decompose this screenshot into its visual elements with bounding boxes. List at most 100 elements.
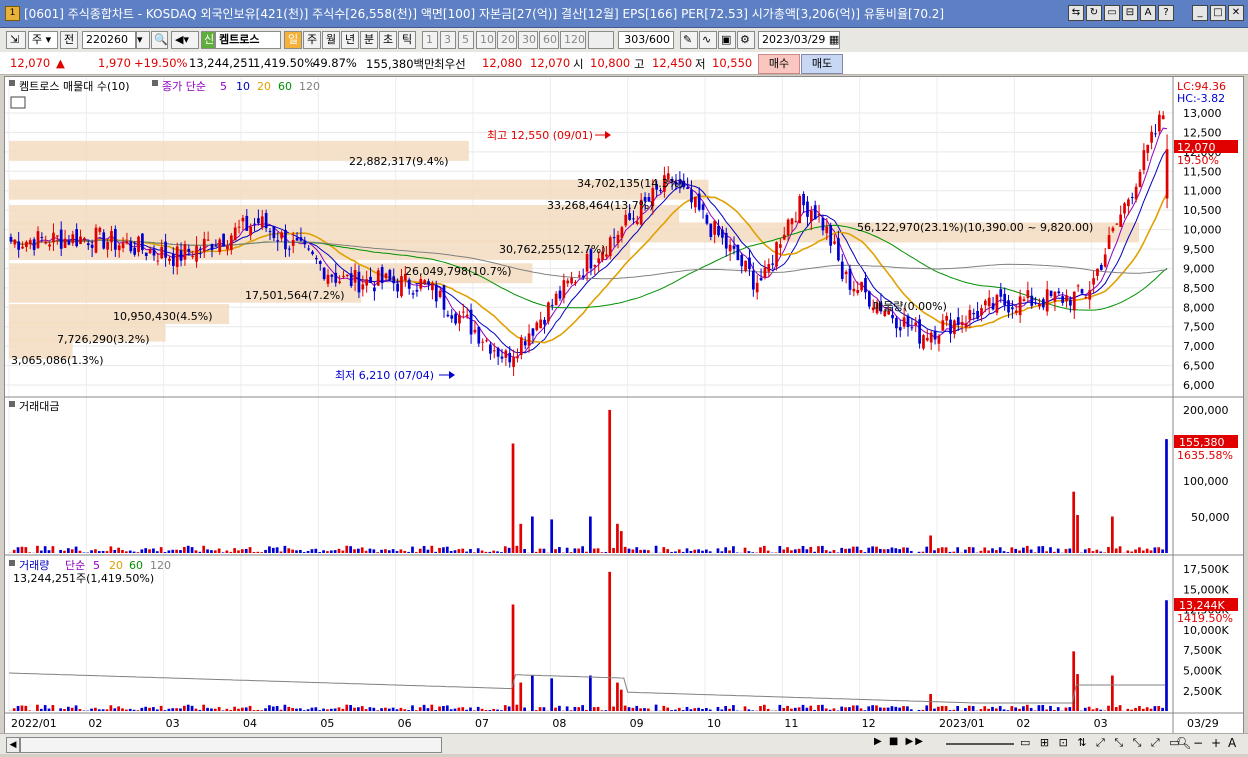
table-icon[interactable] <box>10 96 26 109</box>
interval-custom[interactable] <box>588 31 614 49</box>
ma-legend-60[interactable]: 60 <box>278 80 292 93</box>
help-icon[interactable]: ? <box>1158 5 1174 21</box>
stock-code-input[interactable]: 220260 <box>82 31 136 49</box>
font-icon[interactable]: A <box>1140 5 1156 21</box>
interval-3[interactable]: 3 <box>440 31 456 49</box>
volume-bar <box>94 707 97 711</box>
amount-panel-title[interactable]: 거래대금 <box>19 400 59 413</box>
x-axis-label: 05 <box>320 717 334 730</box>
candle-body <box>28 240 32 245</box>
amount-bar <box>159 547 163 553</box>
buy-button[interactable]: 매수 <box>758 54 800 74</box>
fast-forward-icon[interactable]: ▶▶ <box>906 736 925 747</box>
candle-body <box>693 196 697 208</box>
volume-bar <box>612 706 615 711</box>
chart-area[interactable]: 켐트로스 매물대 수(10) 종가 단순 5 10 20 60 120 LC:9… <box>4 76 1244 738</box>
vol-ma-120[interactable]: 120 <box>150 559 171 572</box>
volume-bar <box>677 707 681 711</box>
interval-5[interactable]: 5 <box>458 31 474 49</box>
zoom-in-button[interactable]: + <box>1211 736 1221 750</box>
period-week[interactable]: 주 <box>303 31 321 49</box>
play-icon[interactable]: ▶ <box>874 736 884 747</box>
code-dropdown-icon[interactable]: ▾ <box>136 31 150 49</box>
speed-slider[interactable] <box>946 743 1014 745</box>
search-icon[interactable]: 🔍 <box>151 31 168 49</box>
candle-body <box>83 238 86 240</box>
volume-bar <box>248 705 252 711</box>
interval-20[interactable]: 20 <box>497 31 517 49</box>
candle-body <box>1096 268 1099 276</box>
minimize-button[interactable]: _ <box>1192 5 1208 21</box>
interval-60[interactable]: 60 <box>539 31 559 49</box>
stop-icon[interactable]: ■ <box>889 736 900 747</box>
maximize-button[interactable]: □ <box>1210 5 1226 21</box>
period-year[interactable]: 년 <box>341 31 359 49</box>
prev-button[interactable]: 전 <box>60 31 78 49</box>
volume-bar <box>457 707 461 711</box>
ma-legend-10[interactable]: 10 <box>236 80 250 93</box>
type-select[interactable]: 주 ▾ <box>28 31 58 49</box>
volume-bar <box>1049 705 1052 711</box>
volume-panel-title[interactable]: 거래량 <box>19 559 49 572</box>
amount-bar <box>515 545 519 553</box>
amount-bar <box>206 549 209 553</box>
close-button[interactable]: ✕ <box>1228 5 1244 21</box>
ma-legend-20[interactable]: 20 <box>257 80 271 93</box>
candle-body <box>918 319 921 344</box>
period-tick[interactable]: 틱 <box>398 31 416 49</box>
indicator-icon[interactable]: ∿ <box>699 31 717 49</box>
period-month[interactable]: 월 <box>322 31 340 49</box>
candle-body <box>550 304 554 306</box>
candle-body <box>852 288 856 292</box>
period-minute[interactable]: 분 <box>360 31 378 49</box>
chart-tool-icon[interactable]: ✎ <box>680 31 698 49</box>
period-second[interactable]: 초 <box>379 31 397 49</box>
sell-button[interactable]: 매도 <box>801 54 843 74</box>
volume-profile-legend[interactable]: 켐트로스 매물대 수(10) <box>19 80 130 93</box>
price-tick-label: 11,500 <box>1183 165 1222 178</box>
app-icon[interactable]: 1 <box>5 6 20 21</box>
view-tools[interactable]: ▭ ⊞ ⊡ ⇅ ⤢ ⤡ ⤡ ⤢ ▭ <box>1020 736 1183 750</box>
zoom-icon[interactable]: 🔍︎ <box>1176 736 1191 750</box>
candle-body <box>237 226 241 228</box>
vol-ma-label[interactable]: 단순 <box>65 559 85 572</box>
ma-legend-120[interactable]: 120 <box>299 80 320 93</box>
candle-body <box>32 239 36 250</box>
interval-30[interactable]: 30 <box>518 31 538 49</box>
x-axis-label: 06 <box>398 717 412 730</box>
interval-10[interactable]: 10 <box>476 31 496 49</box>
refresh-icon[interactable]: ↻ <box>1086 5 1102 21</box>
interval-1[interactable]: 1 <box>422 31 438 49</box>
scroll-left-icon[interactable]: ◀ <box>6 737 20 753</box>
ma-legend-5[interactable]: 5 <box>220 80 227 93</box>
ma-legend-label[interactable]: 종가 단순 <box>162 80 206 93</box>
volume-bar <box>573 706 577 711</box>
scroll-thumb[interactable] <box>20 737 442 753</box>
amount-bar <box>28 552 32 553</box>
font-size-button[interactable]: A <box>1228 736 1236 750</box>
layout-icon[interactable]: ⊟ <box>1122 5 1138 21</box>
pin-icon[interactable]: ⇲ <box>6 31 26 49</box>
stock-name[interactable]: 켐트로스 <box>215 31 281 49</box>
candle-body <box>268 231 272 233</box>
play-controls[interactable]: ▶ ■ ▶▶ <box>874 736 938 752</box>
period-day[interactable]: 일 <box>284 31 302 49</box>
candle-body <box>191 255 195 257</box>
vol-ma-5[interactable]: 5 <box>93 559 100 572</box>
vol-ma-60[interactable]: 60 <box>129 559 143 572</box>
count-input[interactable]: 303/600 <box>618 31 674 49</box>
interval-120[interactable]: 120 <box>560 31 586 49</box>
date-input[interactable]: 2023/03/29 ▦ <box>758 31 840 49</box>
settings-icon[interactable]: ⚙ <box>737 31 755 49</box>
sound-icon[interactable]: ◀▾ <box>171 31 199 49</box>
window-icon[interactable]: ▭ <box>1104 5 1120 21</box>
volume-bar <box>592 707 596 711</box>
amount-bar <box>840 547 844 553</box>
link-icon[interactable]: ⇆ <box>1068 5 1084 21</box>
vol-ma-20[interactable]: 20 <box>109 559 123 572</box>
candle-body <box>802 193 805 206</box>
candle-body <box>508 352 512 363</box>
zoom-out-button[interactable]: − <box>1193 736 1203 750</box>
save-icon[interactable]: ▣ <box>718 31 736 49</box>
vp-label-3: 10,950,430(4.5%) <box>113 310 213 323</box>
